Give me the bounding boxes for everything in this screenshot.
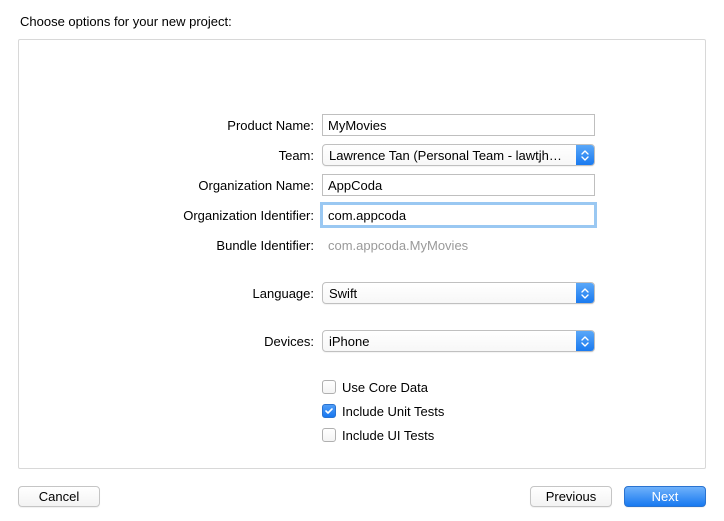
team-select[interactable]: Lawrence Tan (Personal Team - lawtjh@g..…: [322, 144, 595, 166]
language-label: Language:: [19, 286, 322, 301]
cancel-button[interactable]: Cancel: [18, 486, 100, 507]
language-select-value: Swift: [323, 286, 576, 301]
product-name-label: Product Name:: [19, 118, 322, 133]
use-core-data-label: Use Core Data: [342, 380, 428, 395]
devices-select-value: iPhone: [323, 334, 576, 349]
org-name-label: Organization Name:: [19, 178, 322, 193]
include-unit-tests-checkbox[interactable]: [322, 404, 336, 418]
include-ui-tests-checkbox[interactable]: [322, 428, 336, 442]
bundle-identifier-value: com.appcoda.MyMovies: [322, 238, 595, 253]
team-select-value: Lawrence Tan (Personal Team - lawtjh@g..…: [323, 148, 576, 163]
org-name-input[interactable]: [322, 174, 595, 196]
dialog-title: Choose options for your new project:: [20, 14, 232, 29]
dialog-footer: Cancel Previous Next: [18, 486, 706, 507]
next-button[interactable]: Next: [624, 486, 706, 507]
devices-label: Devices:: [19, 334, 322, 349]
options-panel: Product Name: Team: Lawrence Tan (Person…: [18, 39, 706, 469]
org-identifier-label: Organization Identifier:: [19, 208, 322, 223]
updown-arrows-icon: [576, 145, 594, 165]
team-label: Team:: [19, 148, 322, 163]
bundle-identifier-label: Bundle Identifier:: [19, 238, 322, 253]
product-name-input[interactable]: [322, 114, 595, 136]
use-core-data-checkbox[interactable]: [322, 380, 336, 394]
previous-button[interactable]: Previous: [530, 486, 612, 507]
updown-arrows-icon: [576, 283, 594, 303]
language-select[interactable]: Swift: [322, 282, 595, 304]
updown-arrows-icon: [576, 331, 594, 351]
devices-select[interactable]: iPhone: [322, 330, 595, 352]
org-identifier-input[interactable]: [322, 204, 595, 226]
dialog-header: Choose options for your new project:: [0, 0, 724, 39]
include-ui-tests-label: Include UI Tests: [342, 428, 434, 443]
include-unit-tests-label: Include Unit Tests: [342, 404, 444, 419]
